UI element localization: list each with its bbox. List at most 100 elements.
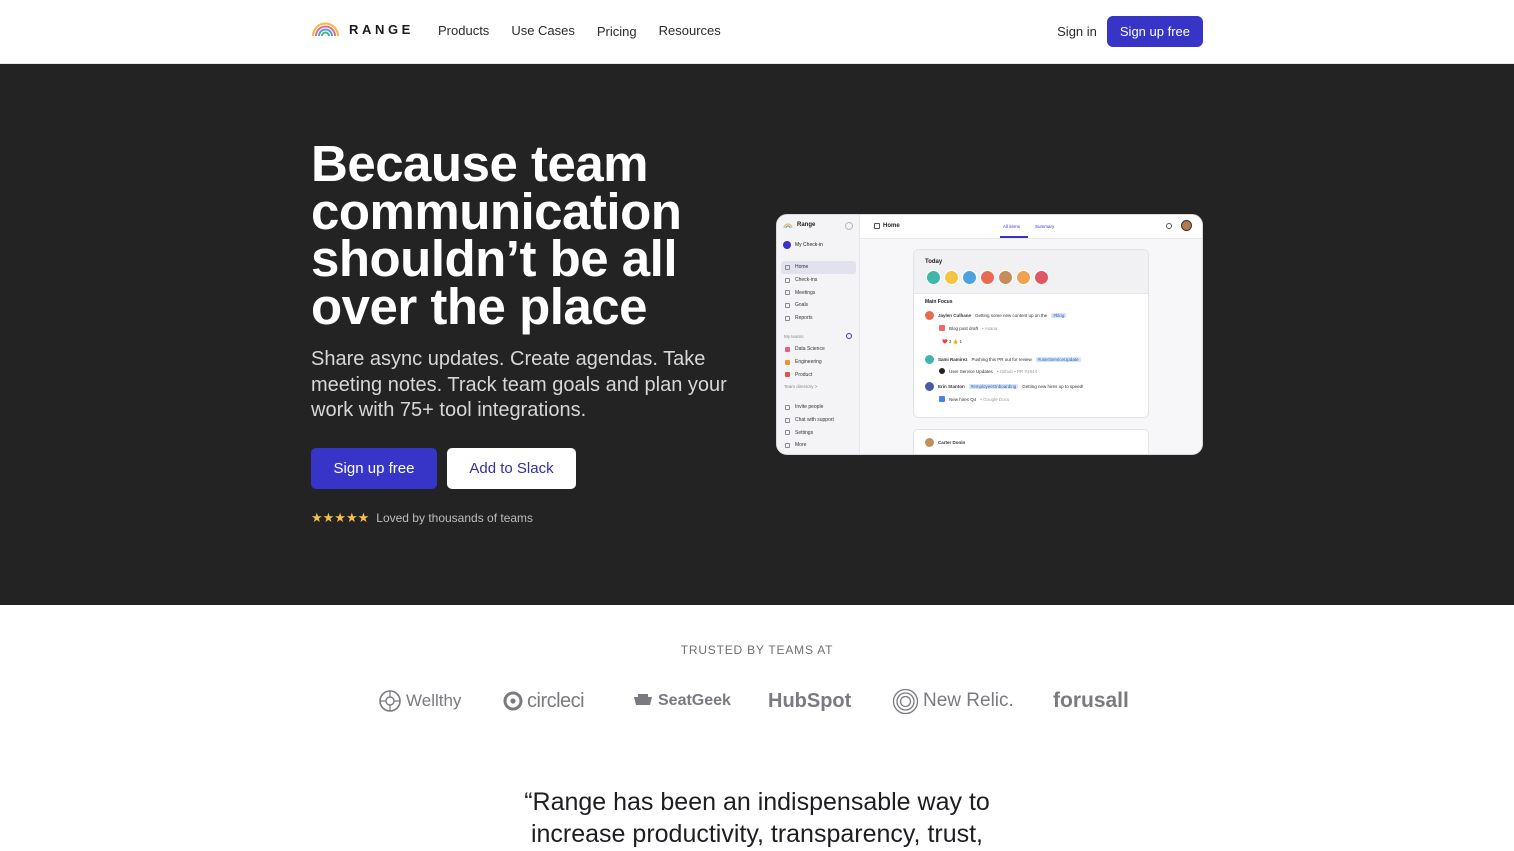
preview-team-directory: Team directory > [784,384,818,389]
circleci-wordmark: circleci [527,689,585,712]
preview-main-focus: Main Focus [925,299,953,305]
preview-team-label: Data Science [795,346,825,353]
wellthy-wordmark: Wellthy [406,691,462,710]
nav-products[interactable]: Products [438,23,489,38]
customer-logos: Wellthy circleci SeatGeek HubSpot New Re… [0,687,1514,715]
avatar [980,270,995,285]
circleci-logo: circleci [503,687,585,715]
preview-team-label: Product [795,371,813,378]
nav-use-cases[interactable]: Use Cases [511,23,575,38]
hero-signup-button[interactable]: Sign up free [311,448,437,489]
preview-tab-underline [1000,236,1028,238]
preview-avatars [926,270,1049,285]
feed-attachment: User Service Updates • Github • PR #1844 [939,368,1037,374]
nav-signup-button[interactable]: Sign up free [1106,16,1203,47]
avatar [925,438,934,447]
home-icon [874,223,880,229]
team-icon [785,346,790,352]
team-icon [785,372,790,378]
nav-resources[interactable]: Resources [659,23,721,38]
rating: ★★★★★ Loved by thousands of teams [311,510,533,526]
new-relic-icon [892,688,919,714]
preview-today-card: Today Main Focus Jaylen Culhane Getting … [913,249,1149,418]
forusall-logo: forusall [1053,687,1129,715]
more-icon [785,442,790,448]
add-to-slack-button[interactable]: Add to Slack [447,448,576,489]
preview-nav: Home Check-ins Meetings Goals Reports [781,261,856,324]
avatar [925,311,934,320]
feed-author: Carter Donin [938,440,966,445]
feed-tag: #userServiceUpdate [1035,357,1081,362]
feed-author: Erin Stanton [938,384,965,389]
preview-brand: Range [783,222,815,228]
home-icon [785,264,790,270]
seatgeek-icon [634,694,652,705]
feed-attachment: Blog post draft • Asana [939,325,997,331]
avatar [1181,220,1192,231]
feed-text: Getting new hires up to speed! [1022,384,1084,389]
range-logo[interactable]: RANGE [311,22,414,37]
rating-text: Loved by thousands of teams [376,511,534,525]
star-rating-icon: ★★★★★ [311,510,370,525]
preview-nav-label: Home [795,264,809,271]
checkin-icon [783,241,791,249]
app-preview: Range My Check-in Home Check-ins Meeting… [776,214,1203,455]
preview-my-checkin-label: My Check-in [795,242,823,248]
preview-today-label: Today [925,259,943,265]
preview-nav-meetings: Meetings [781,286,856,299]
feed-tag: #blog [1051,313,1067,318]
brand-name: RANGE [349,22,414,37]
feed-text: Pushing this PR out for review [971,357,1032,362]
feed-attachment-name: User Service Updates [949,368,993,374]
preview-nav-home: Home [781,261,856,274]
nav-pricing[interactable]: Pricing [597,24,637,39]
feed-source: • Asana [982,325,998,331]
reports-icon [785,315,790,321]
preview-main: Today Main Focus Jaylen Culhane Getting … [860,239,1202,454]
invite-icon [785,404,790,410]
avatar [926,270,941,285]
add-team-icon [846,333,852,339]
testimonial-quote: “Range has been an indispensable way to … [0,786,1514,850]
avatar [925,355,934,364]
preview-tab-all-items: All items [1003,224,1021,229]
feed-item: Sami Ramirez Pushing this PR out for rev… [925,355,1081,364]
preview-team-label: Engineering [795,359,822,366]
signin-link[interactable]: Sign in [1057,24,1097,39]
avatar [1016,270,1031,285]
preview-team-product: Product [781,368,856,381]
preview-nav-checkins: Check-ins [781,274,856,287]
rainbow-logo-icon [783,223,793,228]
quote-line: “Range has been an indispensable way to [524,788,990,816]
forusall-wordmark: forusall [1053,689,1129,712]
preview-topbar: Home All items Summary [860,215,1202,239]
rainbow-logo-icon [312,22,339,37]
seatgeek-wordmark: SeatGeek [658,692,731,709]
preview-tab-summary: Summary [1035,224,1055,229]
preview-team-engineering: Engineering [781,356,856,369]
feed-item: Erin Stanton #employeeOnboarding Getting… [925,382,1083,391]
preview-page-title-text: Home [883,223,900,229]
preview-support: Chat with support [781,414,856,427]
preview-settings: Settings [781,426,856,439]
preview-team-data-science: Data Science [781,343,856,356]
preview-nav-label: Check-ins [795,277,818,284]
feed-source: • Github • PR #1844 [996,368,1037,374]
feed-author: Sami Ramirez [938,357,968,362]
wellthy-icon [379,690,401,712]
feed-item: Carter Donin [925,438,965,447]
avatar [925,382,934,391]
feed-author: Jaylen Culhane [938,313,972,318]
preview-bottom-label: Chat with support [795,417,834,424]
feed-attachment: New hires Q4 • Google Docs [939,396,1009,402]
reactions-text: ❤️ 3 👍 1 [942,339,962,344]
feed-text: Getting some new content up on the [975,313,1048,318]
trusted-by-label: TRUSTED BY TEAMS AT [680,643,834,657]
preview-card-header: Today [914,250,1148,294]
new-relic-logo: New Relic. [892,687,1014,715]
wellthy-logo: Wellthy [378,687,461,715]
new-relic-wordmark: New Relic. [923,690,1014,711]
preview-my-checkin: My Check-in [783,241,823,249]
preview-bottom-label: Settings [795,429,814,436]
top-nav: RANGE Products Use Cases Pricing Resourc… [0,0,1514,64]
